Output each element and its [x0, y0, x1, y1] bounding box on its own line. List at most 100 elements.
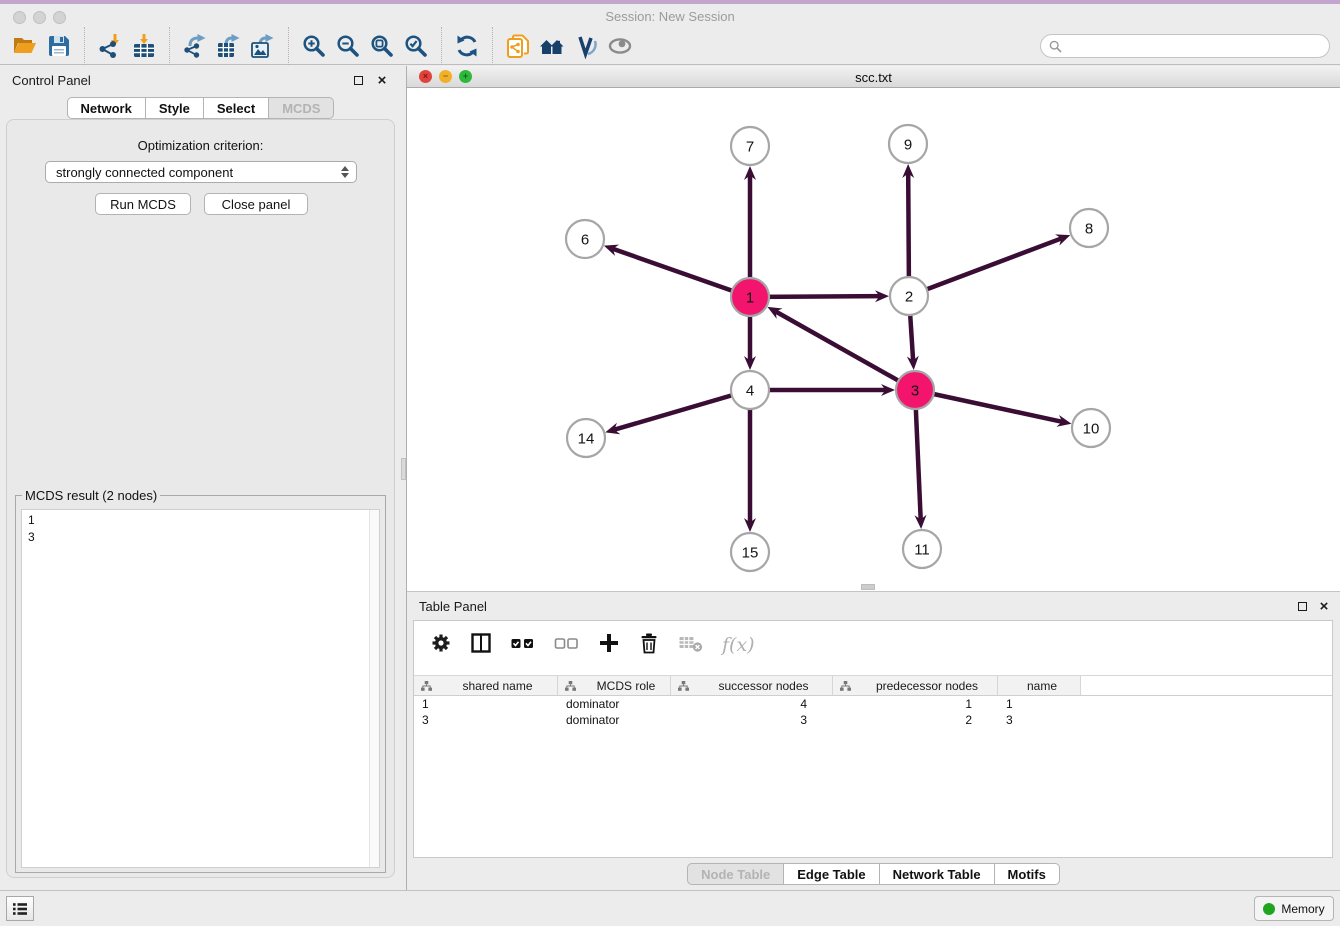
cell-successor-nodes[interactable]: 3	[671, 712, 833, 728]
graphics-details-button[interactable]	[569, 31, 603, 61]
import-network-button[interactable]	[93, 31, 127, 61]
column-header-predecessor-nodes[interactable]: predecessor nodes	[833, 676, 998, 695]
column-header-successor-nodes[interactable]: successor nodes	[671, 676, 833, 695]
delete-button[interactable]	[638, 632, 660, 659]
control-panel-title: Control Panel	[12, 73, 91, 88]
function-builder-button[interactable]: f(x)	[722, 634, 755, 656]
open-file-icon	[12, 33, 38, 59]
graph-node-2[interactable]: 2	[890, 277, 928, 315]
tab-network[interactable]: Network	[67, 97, 146, 119]
network-window-titlebar[interactable]: × − + scc.txt	[407, 66, 1340, 88]
graph-edge-4-15[interactable]	[744, 390, 756, 532]
graph-node-8[interactable]: 8	[1070, 209, 1108, 247]
home-networks-button[interactable]	[535, 31, 569, 61]
cell-successor-nodes[interactable]: 4	[671, 696, 833, 712]
refresh-layout-button[interactable]	[450, 31, 484, 61]
graph-node-11[interactable]: 11	[903, 530, 941, 568]
svg-text:4: 4	[746, 383, 754, 400]
run-mcds-button[interactable]: Run MCDS	[95, 193, 191, 215]
graph-edge-3-1[interactable]	[767, 307, 915, 390]
zoom-fit-icon	[369, 33, 395, 59]
search-box[interactable]	[1040, 34, 1330, 58]
tab-network-table[interactable]: Network Table	[880, 863, 995, 885]
graph-node-4[interactable]: 4	[731, 371, 769, 409]
tab-motifs[interactable]: Motifs	[995, 863, 1060, 885]
graph-edge-1-2[interactable]	[750, 290, 889, 302]
eye-button[interactable]	[603, 31, 637, 61]
graph-node-3[interactable]: 3	[896, 371, 934, 409]
delete-table-button[interactable]	[678, 632, 704, 659]
graph-edge-3-11[interactable]	[915, 390, 927, 529]
gear-icon	[430, 632, 452, 654]
open-file-button[interactable]	[8, 31, 42, 61]
graph-node-1[interactable]: 1	[731, 278, 769, 316]
criterion-select[interactable]: strongly connected component	[45, 161, 357, 183]
control-panel-float-button[interactable]	[351, 73, 365, 87]
app-title: Session: New Session	[0, 9, 1340, 24]
splitter-grip[interactable]	[401, 458, 406, 480]
graph-node-15[interactable]: 15	[731, 533, 769, 571]
gear-button[interactable]	[430, 632, 452, 659]
memory-button[interactable]: Memory	[1254, 896, 1334, 921]
column-header-shared-name[interactable]: shared name	[414, 676, 558, 695]
cell-MCDS-role[interactable]: dominator	[558, 696, 671, 712]
table-body: 1dominator4113dominator323	[414, 696, 1332, 728]
task-history-button[interactable]	[6, 896, 34, 921]
svg-text:6: 6	[581, 232, 589, 249]
deselect-all-button[interactable]	[554, 632, 580, 659]
export-network-icon	[182, 33, 208, 59]
cell-predecessor-nodes[interactable]: 1	[833, 696, 998, 712]
graph-edge-4-14[interactable]	[605, 390, 750, 434]
canvas-splitter-grip[interactable]	[861, 584, 875, 590]
graphics-details-icon	[573, 33, 599, 59]
graph-node-7[interactable]: 7	[731, 127, 769, 165]
result-scrollbar[interactable]	[369, 510, 379, 867]
cell-shared-name[interactable]: 1	[414, 696, 558, 712]
cell-MCDS-role[interactable]: dominator	[558, 712, 671, 728]
zoom-selected-button[interactable]	[399, 31, 433, 61]
add-column-button[interactable]	[598, 632, 620, 659]
column-header-MCDS-role[interactable]: MCDS role	[558, 676, 671, 695]
tab-edge-table[interactable]: Edge Table	[784, 863, 879, 885]
graph-edge-1-6[interactable]	[604, 245, 750, 297]
table-header-row: shared nameMCDS rolesuccessor nodesprede…	[414, 675, 1332, 696]
table-row[interactable]: 3dominator323	[414, 712, 1332, 728]
graph-node-10[interactable]: 10	[1072, 409, 1110, 447]
control-panel: Control Panel × NetworkStyleSelectMCDS O…	[0, 66, 401, 890]
graph-edge-2-8[interactable]	[909, 234, 1070, 296]
cell-predecessor-nodes[interactable]: 2	[833, 712, 998, 728]
column-header-name[interactable]: name	[998, 676, 1081, 695]
table-panel-close-button[interactable]: ×	[1317, 599, 1331, 613]
export-network-button[interactable]	[178, 31, 212, 61]
cell-shared-name[interactable]: 3	[414, 712, 558, 728]
float-icon	[354, 76, 363, 85]
new-network-from-selection-button[interactable]	[501, 31, 535, 61]
export-image-button[interactable]	[246, 31, 280, 61]
graph-node-9[interactable]: 9	[889, 125, 927, 163]
table-row[interactable]: 1dominator411	[414, 696, 1332, 712]
zoom-in-button[interactable]	[297, 31, 331, 61]
graph-node-14[interactable]: 14	[567, 419, 605, 457]
save-session-button[interactable]	[42, 31, 76, 61]
import-table-button[interactable]	[127, 31, 161, 61]
table-panel-float-button[interactable]	[1295, 599, 1309, 613]
tab-mcds[interactable]: MCDS	[269, 97, 334, 119]
close-panel-button[interactable]: Close panel	[204, 193, 308, 215]
cell-name[interactable]: 1	[998, 696, 1081, 712]
columns-button[interactable]	[470, 632, 492, 659]
select-stepper-icon	[341, 166, 349, 178]
cell-name[interactable]: 3	[998, 712, 1081, 728]
search-input[interactable]	[1067, 38, 1329, 55]
graph-edge-4-3[interactable]	[750, 384, 895, 396]
export-table-button[interactable]	[212, 31, 246, 61]
column-type-icon	[420, 680, 433, 692]
tab-style[interactable]: Style	[146, 97, 204, 119]
zoom-fit-button[interactable]	[365, 31, 399, 61]
zoom-out-button[interactable]	[331, 31, 365, 61]
tab-node-table[interactable]: Node Table	[687, 863, 784, 885]
graph-node-6[interactable]: 6	[566, 220, 604, 258]
control-panel-close-button[interactable]: ×	[375, 73, 389, 87]
tab-select[interactable]: Select	[204, 97, 269, 119]
select-all-button[interactable]	[510, 632, 536, 659]
graph-edge-3-10[interactable]	[915, 390, 1071, 427]
